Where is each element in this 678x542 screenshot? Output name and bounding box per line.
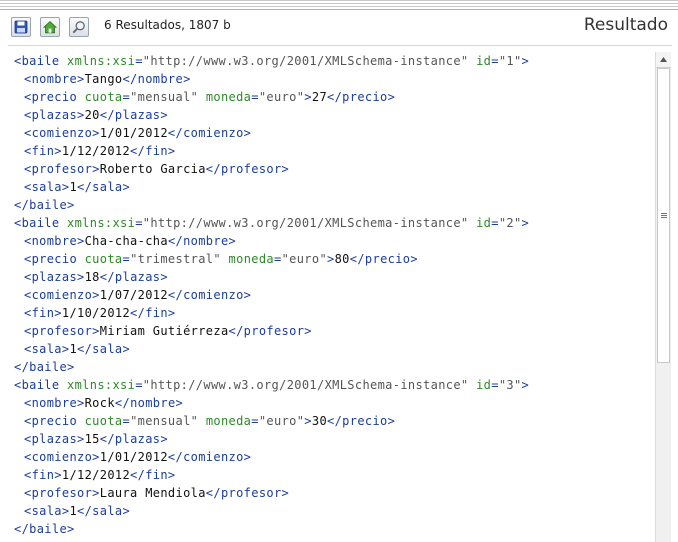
divider [8, 45, 672, 46]
xml-line: <nombre>Cha-cha-cha</nombre> [24, 234, 237, 248]
xml-line: <plazas>15</plazas> [24, 432, 168, 446]
xml-line: <plazas>20</plazas> [24, 108, 168, 122]
xml-line: <comienzo>1/07/2012</comienzo> [24, 288, 252, 302]
toolbar: 6 Resultados, 1807 b Resultado [0, 10, 678, 46]
xml-line: <precio cuota="trimestral" moneda="euro"… [24, 252, 418, 266]
xml-line: </baile> [14, 522, 75, 536]
xml-line: <precio cuota="mensual" moneda="euro">27… [24, 90, 396, 104]
search-button[interactable] [69, 17, 89, 37]
xml-line: <profesor>Roberto Garcia</profesor> [24, 162, 290, 176]
home-icon [43, 20, 57, 34]
xml-line: </baile> [14, 360, 75, 374]
floppy-disk-icon [14, 20, 28, 34]
xml-line: <nombre>Tango</nombre> [24, 72, 191, 86]
results-summary: 6 Resultados, 1807 b [104, 18, 231, 32]
scroll-up-button[interactable] [656, 52, 671, 68]
xml-line: <fin>1/12/2012</fin> [24, 144, 176, 158]
magnifier-icon [72, 21, 85, 34]
xml-line: <baile xmlns:xsi="http://www.w3.org/2001… [14, 378, 530, 392]
grip-icon [660, 213, 667, 218]
xml-line: <comienzo>1/01/2012</comienzo> [24, 126, 252, 140]
panel-title: Resultado [583, 15, 668, 35]
top-rule [0, 0, 678, 10]
vertical-scrollbar[interactable] [655, 52, 671, 542]
xml-line: <comienzo>1/01/2012</comienzo> [24, 450, 252, 464]
arrow-up-icon [660, 57, 667, 62]
xml-line: <nombre>Rock</nombre> [24, 396, 184, 410]
xml-line: <plazas>18</plazas> [24, 270, 168, 284]
xml-line: <fin>1/10/2012</fin> [24, 306, 176, 320]
right-edge [671, 52, 678, 542]
xml-line: <sala>1</sala> [24, 342, 131, 356]
xml-result-view[interactable]: <baile xmlns:xsi="http://www.w3.org/2001… [8, 52, 655, 542]
xml-line: <profesor>Miriam Gutiérreza</profesor> [24, 324, 312, 338]
xml-line: <fin>1/12/2012</fin> [24, 468, 176, 482]
xml-line: <baile xmlns:xsi="http://www.w3.org/2001… [14, 216, 530, 230]
xml-line: <precio cuota="mensual" moneda="euro">30… [24, 414, 396, 428]
xml-line: <sala>1</sala> [24, 180, 131, 194]
scrollbar-thumb[interactable] [657, 68, 670, 363]
xml-line: <profesor>Laura Mendiola</profesor> [24, 486, 290, 500]
xml-line: <baile xmlns:xsi="http://www.w3.org/2001… [14, 54, 530, 68]
xml-line: </baile> [14, 198, 75, 212]
save-button[interactable] [11, 17, 31, 37]
xml-line: <sala>1</sala> [24, 504, 131, 518]
home-button[interactable] [40, 17, 60, 37]
